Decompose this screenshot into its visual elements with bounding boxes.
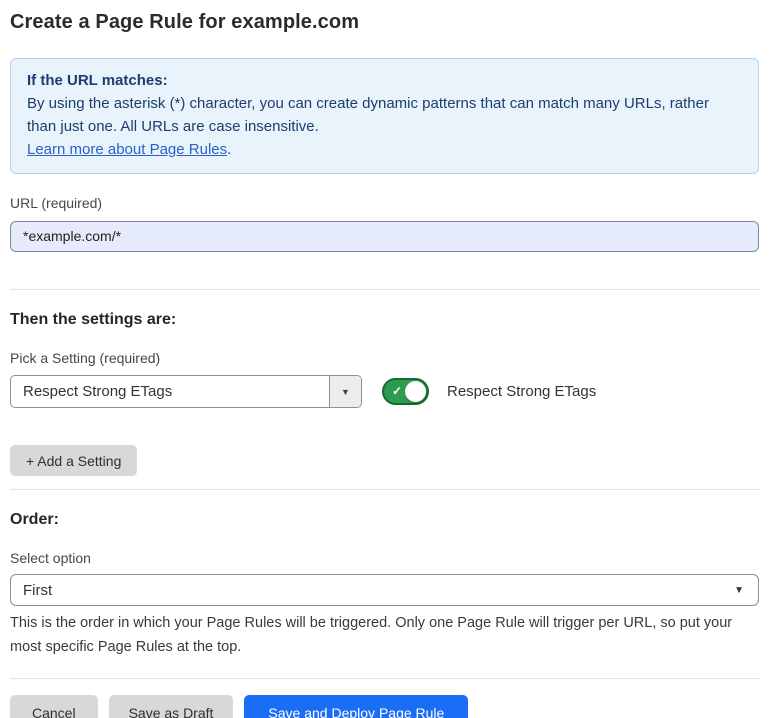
order-select-value: First [23, 582, 734, 599]
chevron-down-icon: ▼ [734, 585, 744, 596]
url-field-label: URL (required) [10, 195, 759, 211]
save-deploy-button[interactable]: Save and Deploy Page Rule [244, 695, 468, 718]
learn-more-link[interactable]: Learn more about Page Rules [27, 141, 227, 158]
save-draft-button[interactable]: Save as Draft [109, 695, 234, 718]
add-setting-button[interactable]: + Add a Setting [10, 445, 137, 476]
order-select[interactable]: First ▼ [10, 574, 759, 606]
info-box-link-line: Learn more about Page Rules. [27, 138, 742, 161]
setting-toggle-label: Respect Strong ETags [447, 383, 596, 400]
info-box-body: By using the asterisk (*) character, you… [27, 92, 742, 138]
footer-divider [10, 678, 759, 679]
order-select-label: Select option [10, 550, 759, 566]
setting-row: Respect Strong ETags ▼ ✓ Respect Strong … [10, 375, 759, 408]
section-divider [10, 289, 759, 290]
pick-setting-label: Pick a Setting (required) [10, 350, 759, 366]
setting-dropdown-value: Respect Strong ETags [11, 376, 329, 407]
cancel-button[interactable]: Cancel [10, 695, 98, 718]
page-title: Create a Page Rule for example.com [10, 11, 759, 34]
order-help-text: This is the order in which your Page Rul… [10, 611, 759, 659]
order-section-heading: Order: [10, 511, 759, 529]
toggle-knob [405, 381, 426, 402]
check-icon: ✓ [392, 384, 402, 398]
footer-actions: Cancel Save as Draft Save and Deploy Pag… [10, 695, 759, 718]
info-box-heading: If the URL matches: [27, 69, 742, 92]
url-input[interactable]: *example.com/* [10, 221, 759, 252]
link-suffix: . [227, 141, 231, 158]
create-page-rule-form: Create a Page Rule for example.com If th… [0, 11, 769, 718]
url-match-info-box: If the URL matches: By using the asteris… [10, 58, 759, 174]
setting-dropdown[interactable]: Respect Strong ETags ▼ [10, 375, 362, 408]
setting-toggle-group: ✓ Respect Strong ETags [382, 378, 596, 405]
settings-section-heading: Then the settings are: [10, 311, 759, 329]
chevron-down-icon[interactable]: ▼ [329, 376, 361, 407]
section-divider [10, 489, 759, 490]
setting-toggle[interactable]: ✓ [382, 378, 429, 405]
